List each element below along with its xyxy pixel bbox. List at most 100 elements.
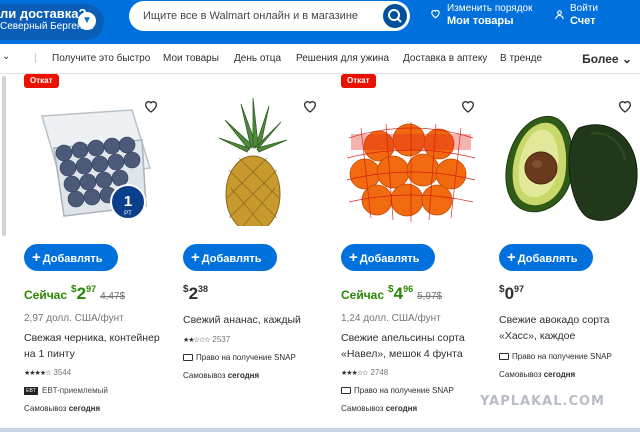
review-count: 2748: [370, 368, 389, 377]
nav-more-button[interactable]: Более ⌄: [582, 52, 632, 66]
search-bar[interactable]: [129, 1, 410, 31]
price-row: Сейчас $2974,47$: [24, 284, 125, 304]
search-button[interactable]: [383, 4, 407, 28]
pickup-when: сегодня: [385, 404, 418, 413]
review-count: 3544: [53, 368, 72, 377]
review-count: 2537: [212, 335, 231, 344]
pickup-label: Самовывоз: [341, 404, 384, 413]
stars-glyphs: ★★★☆☆: [341, 370, 368, 377]
ebt-icon: EBT: [24, 386, 38, 395]
plus-icon: +: [349, 249, 358, 266]
reorder-label: Изменить порядок: [447, 3, 533, 14]
pickup-label: Самовывоз: [499, 370, 542, 379]
rating-stars: ★★☆☆☆ 2537: [183, 335, 230, 344]
price-cents: 97: [514, 284, 525, 294]
nav-item-fathers-day[interactable]: День отца: [234, 53, 281, 64]
price-row: Сейчас $4965,97$: [341, 284, 442, 304]
add-button-label: Добавлять: [359, 253, 420, 265]
nav-item-get-it-fast[interactable]: Получите это быстро: [52, 53, 150, 64]
pickup-when: сегодня: [68, 404, 101, 413]
add-button-label: Добавлять: [42, 253, 103, 265]
unit-price: 2,97 долл. США/фунт: [24, 313, 124, 324]
pack-size-number: 1: [124, 193, 132, 210]
snap-eligible: Право на получение SNAP: [183, 353, 296, 362]
ebt-label: EBT-приемлемый: [42, 386, 108, 395]
product-image-blueberries[interactable]: 1 PT: [24, 98, 164, 226]
product-title[interactable]: Свежие апельсины сорта «Навел», мешок 4 …: [341, 330, 491, 362]
add-to-cart-button[interactable]: + Добавлять: [183, 244, 277, 271]
now-label: Сейчас: [24, 288, 68, 302]
nav-item-my-items[interactable]: Мои товары: [163, 53, 219, 64]
product-image-oranges[interactable]: [341, 98, 481, 226]
add-button-label: Добавлять: [201, 253, 262, 265]
snap-card-icon: [341, 387, 351, 395]
chevron-down-icon: ⌄: [621, 52, 632, 66]
price-cents: 97: [86, 284, 97, 294]
price-dollars: 2: [188, 284, 199, 303]
pickup-info: Самовывоз сегодня: [499, 370, 575, 379]
product-title[interactable]: Свежие авокадо сорта «Хасс», каждое: [499, 312, 639, 344]
price-dollars: 0: [504, 284, 515, 303]
nav-item-pharmacy-delivery[interactable]: Доставка в аптеку: [403, 53, 487, 64]
ebt-eligible: EBT EBT-приемлемый: [24, 386, 108, 395]
search-input[interactable]: [129, 1, 369, 31]
chevron-down-icon[interactable]: ⌄: [2, 51, 10, 62]
nav-item-dinner-solutions[interactable]: Решения для ужина: [296, 53, 389, 64]
product-image-pineapple[interactable]: [183, 98, 323, 226]
person-icon: [555, 10, 564, 20]
plus-icon: +: [32, 249, 41, 266]
product-title[interactable]: Свежий ананас, каждый: [183, 312, 333, 328]
pickup-label: Самовывоз: [183, 371, 226, 380]
price-row: $238: [183, 284, 208, 304]
reorder-link[interactable]: Изменить порядок Мои товары: [430, 2, 533, 28]
snap-label: Право на получение SNAP: [354, 386, 454, 395]
pickup-info: Самовывоз сегодня: [341, 404, 417, 413]
rollback-badge: Откат: [341, 74, 376, 88]
snap-eligible: Право на получение SNAP: [341, 386, 454, 395]
os-taskbar: [0, 428, 640, 432]
nav-item-trending[interactable]: В тренде: [500, 53, 542, 64]
snap-label: Право на получение SNAP: [512, 352, 612, 361]
price-dollars: 2: [76, 284, 87, 303]
product-image-avocado[interactable]: [499, 98, 639, 226]
price-dollars: 4: [393, 284, 404, 303]
product-card-avocado: + Добавлять $097 Свежие авокадо сорта «Ха…: [499, 74, 640, 428]
pickup-info: Самовывоз сегодня: [24, 404, 100, 413]
heart-icon: [431, 9, 440, 19]
product-card-pineapple: + Добавлять $238 Свежий ананас, каждый ★★…: [183, 74, 341, 428]
stars-glyphs: ★★★★☆: [24, 370, 51, 377]
old-price: 4,47$: [100, 291, 126, 302]
department-nav: ⌄ | Получите это быстро Мои товары День …: [0, 44, 640, 74]
nav-more-label: Более: [582, 52, 619, 66]
pickup-label: Самовывоз: [24, 404, 67, 413]
old-price: 5,97$: [417, 291, 443, 302]
rating-stars: ★★★★☆ 3544: [24, 368, 71, 377]
pickup-when: сегодня: [543, 370, 576, 379]
price-cents: 96: [403, 284, 414, 294]
now-label: Сейчас: [341, 288, 385, 302]
pack-size-unit: PT: [124, 211, 132, 217]
product-title[interactable]: Свежая черника, контейнер на 1 пинту: [24, 330, 174, 362]
add-to-cart-button[interactable]: + Добавлять: [499, 244, 593, 271]
account-link[interactable]: Войти Счет: [554, 2, 598, 28]
nav-divider: |: [34, 53, 37, 64]
product-card-oranges: Откат + Добавлять Сейчас $4965,97$ 1,24 до…: [341, 74, 499, 428]
add-to-cart-button[interactable]: + Добавлять: [341, 244, 435, 271]
add-to-cart-button[interactable]: + Добавлять: [24, 244, 118, 271]
price-cents: 38: [198, 284, 209, 294]
watermark-text: YAPLAKAL.COM: [480, 394, 605, 409]
pickup-when: сегодня: [227, 371, 260, 380]
stars-glyphs: ★★☆☆☆: [183, 337, 210, 344]
rollback-badge: Откат: [24, 74, 59, 88]
page-scrollbar[interactable]: [2, 76, 6, 236]
snap-eligible: Право на получение SNAP: [499, 352, 612, 361]
pickup-delivery-selector[interactable]: ли доставка? Северный Берген ... ▼: [0, 4, 104, 40]
product-grid: Откат 1 PT + Добавлять Сейчас $2974,47$ 2,…: [0, 74, 640, 428]
chevron-down-icon: ▼: [78, 12, 96, 30]
add-button-label: Добавлять: [517, 253, 578, 265]
snap-card-icon: [499, 353, 509, 361]
my-items-label: Мои товары: [447, 15, 514, 27]
search-icon: [388, 9, 402, 23]
snap-card-icon: [183, 354, 193, 362]
price-row: $097: [499, 284, 524, 304]
